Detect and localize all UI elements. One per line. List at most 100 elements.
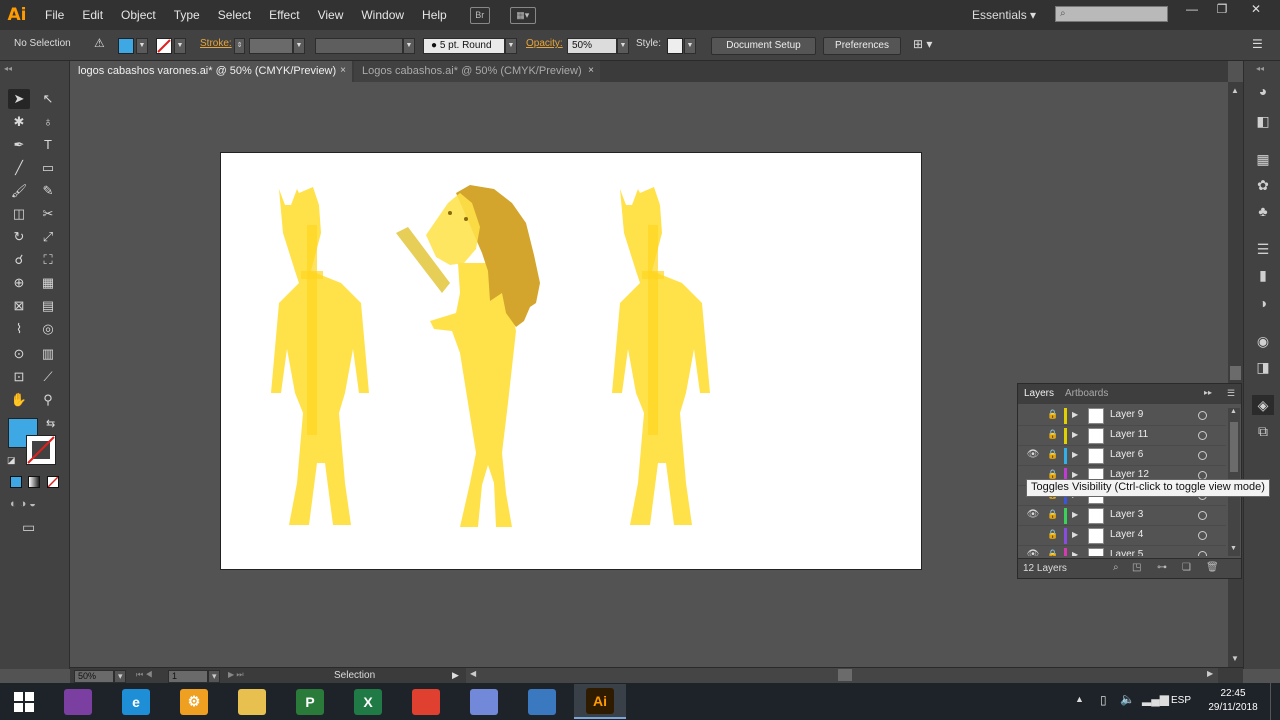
layer-name[interactable]: Layer 9: [1110, 409, 1143, 420]
show-hidden-icons[interactable]: ▲: [1075, 694, 1084, 704]
taskbar-internet-explorer[interactable]: e: [110, 684, 162, 719]
close-tab-icon[interactable]: ×: [588, 61, 594, 81]
lock-icon[interactable]: 🔒: [1047, 409, 1059, 420]
swap-fill-stroke-icon[interactable]: ⇆: [46, 417, 55, 430]
symbols-panel-icon[interactable]: ♣: [1252, 201, 1274, 221]
visibility-eye-icon[interactable]: 👁: [1026, 509, 1040, 520]
stroke-panel-icon[interactable]: ☰: [1252, 239, 1274, 259]
taskbar-excel[interactable]: X: [342, 684, 394, 719]
help-search-input[interactable]: ⌕: [1055, 6, 1168, 22]
taskbar-file-explorer[interactable]: [226, 684, 278, 719]
taskbar-project[interactable]: P: [284, 684, 336, 719]
layer-name[interactable]: Layer 5: [1110, 549, 1143, 556]
scissors-tool-icon[interactable]: ✂: [37, 204, 59, 224]
color-guide-icon[interactable]: ◧: [1252, 111, 1274, 131]
layer-name[interactable]: Layer 4: [1110, 529, 1143, 540]
layer-name[interactable]: Layer 11: [1110, 429, 1148, 440]
tab-layers[interactable]: Layers: [1024, 388, 1054, 399]
selection-tool-icon[interactable]: ➤: [8, 89, 30, 109]
mesh-tool-icon[interactable]: ⊠: [8, 296, 30, 316]
taskbar-settings-app[interactable]: ⚙: [168, 684, 220, 719]
start-button[interactable]: [0, 684, 48, 719]
lasso-tool-icon[interactable]: ♁: [37, 112, 59, 132]
preferences-button[interactable]: Preferences: [823, 37, 901, 55]
target-circle-icon[interactable]: [1198, 531, 1207, 540]
artboard[interactable]: [220, 152, 922, 570]
network-icon[interactable]: ▂▄▆: [1142, 692, 1169, 706]
graphic-style-swatch[interactable]: [667, 38, 683, 54]
scroll-thumb[interactable]: [1230, 366, 1241, 380]
scroll-right-icon[interactable]: ▶: [1207, 669, 1213, 678]
zoom-field[interactable]: 50%: [74, 670, 114, 683]
battery-icon[interactable]: ▯: [1100, 693, 1107, 707]
color-panel-icon[interactable]: ◕: [1252, 81, 1274, 101]
lock-icon[interactable]: 🔒: [1047, 509, 1059, 520]
taskbar-chrome[interactable]: [400, 684, 452, 719]
blend-tool-icon[interactable]: ◎: [37, 319, 59, 339]
collapse-panel-icon[interactable]: ◂◂: [4, 64, 12, 73]
rectangle-tool-icon[interactable]: ▭: [37, 158, 59, 178]
panel-options-icon[interactable]: ☰: [1227, 388, 1235, 399]
lock-icon[interactable]: 🔒: [1047, 529, 1059, 540]
stroke-color-box[interactable]: [26, 435, 56, 465]
stroke-dropdown[interactable]: ▼: [174, 38, 186, 54]
drawing-modes-icon[interactable]: ◐◑◒: [10, 498, 39, 510]
zoom-tool-icon[interactable]: ⚲: [37, 390, 59, 410]
menu-select[interactable]: Select: [209, 0, 260, 30]
type-tool-icon[interactable]: T: [37, 135, 59, 155]
color-mode-icon[interactable]: [10, 476, 22, 488]
restore-button[interactable]: ❐: [1207, 2, 1237, 18]
new-sublayer-icon[interactable]: ⊶: [1157, 562, 1167, 573]
expand-triangle-icon[interactable]: ▶: [1072, 530, 1078, 539]
brush-definition-dropdown[interactable]: ▼: [505, 38, 517, 54]
stroke-weight-field[interactable]: [249, 38, 293, 54]
eraser-tool-icon[interactable]: ◫: [8, 204, 30, 224]
vertical-scrollbar[interactable]: ▲ ▼: [1228, 82, 1243, 669]
transparency-panel-icon[interactable]: ◑: [1252, 293, 1274, 313]
scroll-thumb[interactable]: [838, 669, 852, 681]
target-circle-icon[interactable]: [1198, 411, 1207, 420]
eyedropper-tool-icon[interactable]: ⌇: [8, 319, 30, 339]
artboard-dropdown[interactable]: ▾: [208, 670, 220, 683]
expand-triangle-icon[interactable]: ▶: [1072, 470, 1078, 479]
perspective-grid-tool-icon[interactable]: ▦: [37, 273, 59, 293]
input-language[interactable]: ESP: [1171, 695, 1191, 706]
taskbar-discord[interactable]: [458, 684, 510, 719]
free-transform-tool-icon[interactable]: ⛶: [37, 250, 59, 270]
horizontal-scrollbar[interactable]: ◀ ▶: [466, 668, 1218, 683]
brushes-panel-icon[interactable]: ✿: [1252, 175, 1274, 195]
collapse-panel-icon[interactable]: ▸▸: [1204, 388, 1212, 397]
stroke-swatch[interactable]: [156, 38, 172, 54]
show-desktop-button[interactable]: [1270, 683, 1280, 720]
direct-selection-tool-icon[interactable]: ↖: [37, 89, 59, 109]
layers-panel-icon[interactable]: ◈: [1252, 395, 1274, 415]
default-colors-icon[interactable]: ◪: [7, 455, 16, 466]
close-button[interactable]: ✕: [1241, 2, 1271, 18]
arrange-documents-icon[interactable]: ▦▾: [509, 6, 536, 24]
appearance-panel-icon[interactable]: ◉: [1252, 331, 1274, 351]
visibility-eye-icon[interactable]: 👁: [1026, 449, 1040, 460]
figure-front-left[interactable]: [396, 185, 540, 527]
layer-name[interactable]: Layer 6: [1110, 449, 1143, 460]
menu-edit[interactable]: Edit: [73, 0, 112, 30]
gradient-mode-icon[interactable]: [28, 476, 40, 488]
menu-file[interactable]: File: [36, 0, 73, 30]
expand-panels-icon[interactable]: ◂◂: [1256, 64, 1264, 73]
workspace-switcher[interactable]: Essentials ▾: [972, 8, 1036, 22]
symbol-sprayer-tool-icon[interactable]: ⊙: [8, 344, 30, 364]
menu-help[interactable]: Help: [413, 0, 456, 30]
none-mode-icon[interactable]: [47, 476, 59, 488]
expand-triangle-icon[interactable]: ▶: [1072, 450, 1078, 459]
expand-triangle-icon[interactable]: ▶: [1072, 430, 1078, 439]
line-tool-icon[interactable]: ╱: [8, 158, 30, 178]
variable-width-profile[interactable]: [315, 38, 403, 54]
clipping-mask-icon[interactable]: ◳: [1132, 562, 1141, 573]
taskbar-illustrator[interactable]: Ai: [574, 684, 626, 719]
opacity-dropdown[interactable]: ▼: [617, 38, 629, 54]
tab-logos-cabashos-varones[interactable]: logos cabashos varones.ai* @ 50% (CMYK/P…: [70, 61, 352, 82]
artboard-number-field[interactable]: 1: [168, 670, 208, 683]
pencil-tool-icon[interactable]: ✎: [37, 181, 59, 201]
lock-icon[interactable]: 🔒: [1047, 449, 1059, 460]
lock-icon[interactable]: 🔒: [1047, 429, 1059, 440]
first-artboard-icon[interactable]: ⏮ ◀: [136, 670, 153, 680]
